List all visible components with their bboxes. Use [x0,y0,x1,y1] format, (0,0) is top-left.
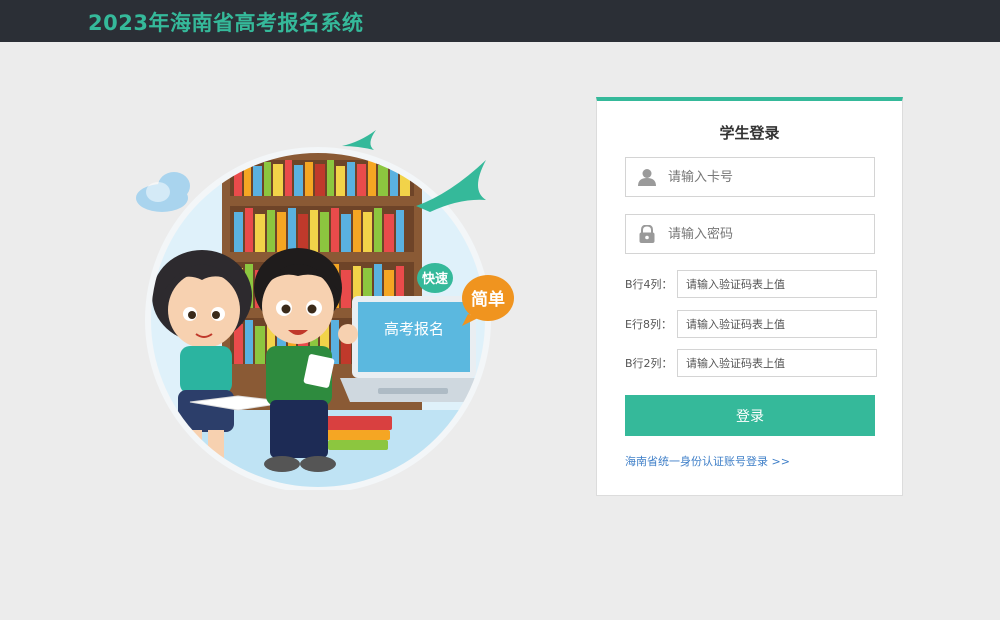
verify-code-row: B行4列： [625,270,877,298]
cloud-icon [136,172,190,212]
verify-code-row: B行2列： [625,349,877,377]
verify-code-label: E行8列： [625,318,672,331]
badge-simple: 简单 [462,275,514,326]
verify-code-input[interactable] [677,310,877,338]
hero-illustration: 高考报名 快速 简单 [136,130,514,490]
login-button[interactable]: 登录 [625,395,875,436]
verify-code-input[interactable] [677,349,877,377]
unified-id-login-link[interactable]: 海南省统一身份认证账号登录 >> [625,453,790,469]
svg-text:简单: 简单 [471,289,505,310]
top-bar: 2023年海南省高考报名系统 [0,0,1000,42]
laptop: 高考报名 [340,296,486,402]
badge-fast: 快速 [417,263,453,293]
card-number-input[interactable] [668,158,868,196]
bird-icon [342,130,376,150]
login-card: 学生登录 B行4列： E行8列： B行2列： 登录 海南省统一身份认证账号登录 … [596,97,903,496]
user-icon [638,169,656,186]
verify-code-input[interactable] [677,270,877,298]
laptop-screen-text: 高考报名 [384,320,444,338]
login-title: 学生登录 [719,124,780,142]
book-stack [322,416,392,450]
verify-code-row: E行8列： [625,310,877,338]
svg-text:快速: 快速 [422,271,448,287]
password-field[interactable] [625,214,875,254]
site-title: 2023年海南省高考报名系统 [88,11,364,35]
password-input[interactable] [668,215,868,253]
card-number-field[interactable] [625,157,875,197]
lock-icon [639,225,655,243]
verify-code-label: B行2列： [625,357,673,370]
verify-code-label: B行4列： [625,278,673,291]
